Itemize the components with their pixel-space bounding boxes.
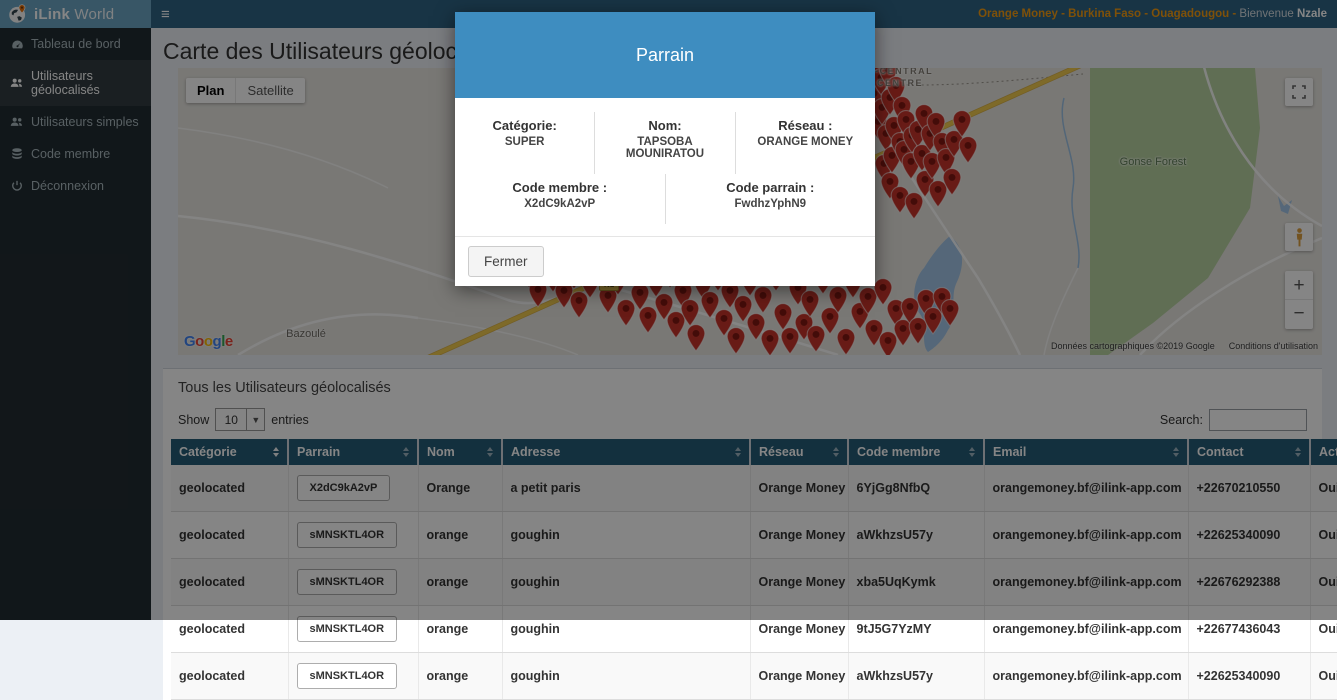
modal-info-row: Catégorie: SUPER Nom: TAPSOBA MOUNIRATOU Rés… <box>455 112 875 174</box>
modal-title: Parrain <box>636 45 694 66</box>
modal-info-row: Code membre : X2dC9kA2vP Code parrain : Fwd… <box>455 174 875 224</box>
modal-field: Nom: TAPSOBA MOUNIRATOU <box>595 112 735 174</box>
modal-field: Code membre : X2dC9kA2vP <box>455 174 666 224</box>
field-label: Code parrain : <box>674 180 868 195</box>
modal-field: Réseau : ORANGE MONEY <box>736 112 875 174</box>
close-modal-button[interactable]: Fermer <box>468 246 544 277</box>
cell-adresse: goughin <box>502 653 750 700</box>
modal-header: Parrain <box>455 12 875 98</box>
cell-email: orangemoney.bf@ilink-app.com <box>984 653 1188 700</box>
field-value: ORANGE MONEY <box>744 136 867 148</box>
field-label: Réseau : <box>744 118 867 133</box>
field-value: SUPER <box>463 136 586 148</box>
cell-contact: +22625340090 <box>1188 653 1310 700</box>
field-label: Nom: <box>603 118 726 133</box>
cell-code-membre: aWkhzsU57y <box>848 653 984 700</box>
table-row: geolocated sMNSKTL4OR orangegoughinOrange … <box>171 653 1337 700</box>
parrain-modal: Parrain Catégorie: SUPER Nom: TAPSOBA MOUNI… <box>455 12 875 286</box>
modal-footer: Fermer <box>455 236 875 286</box>
field-value: X2dC9kA2vP <box>463 198 657 210</box>
cell-categorie: geolocated <box>171 653 288 700</box>
modal-field: Code parrain : FwdhzYphN9 <box>666 174 876 224</box>
field-label: Catégorie: <box>463 118 586 133</box>
cell-nom: orange <box>418 653 502 700</box>
cell-active: Oui <box>1310 653 1337 700</box>
field-value: TAPSOBA MOUNIRATOU <box>603 136 726 160</box>
field-value: FwdhzYphN9 <box>674 198 868 210</box>
modal-body: Catégorie: SUPER Nom: TAPSOBA MOUNIRATOU Rés… <box>455 98 875 236</box>
modal-field: Catégorie: SUPER <box>455 112 595 174</box>
cell-parrain: sMNSKTL4OR <box>288 653 418 700</box>
field-label: Code membre : <box>463 180 657 195</box>
cell-reseau: Orange Money <box>750 653 848 700</box>
parrain-code-button[interactable]: sMNSKTL4OR <box>297 663 398 689</box>
